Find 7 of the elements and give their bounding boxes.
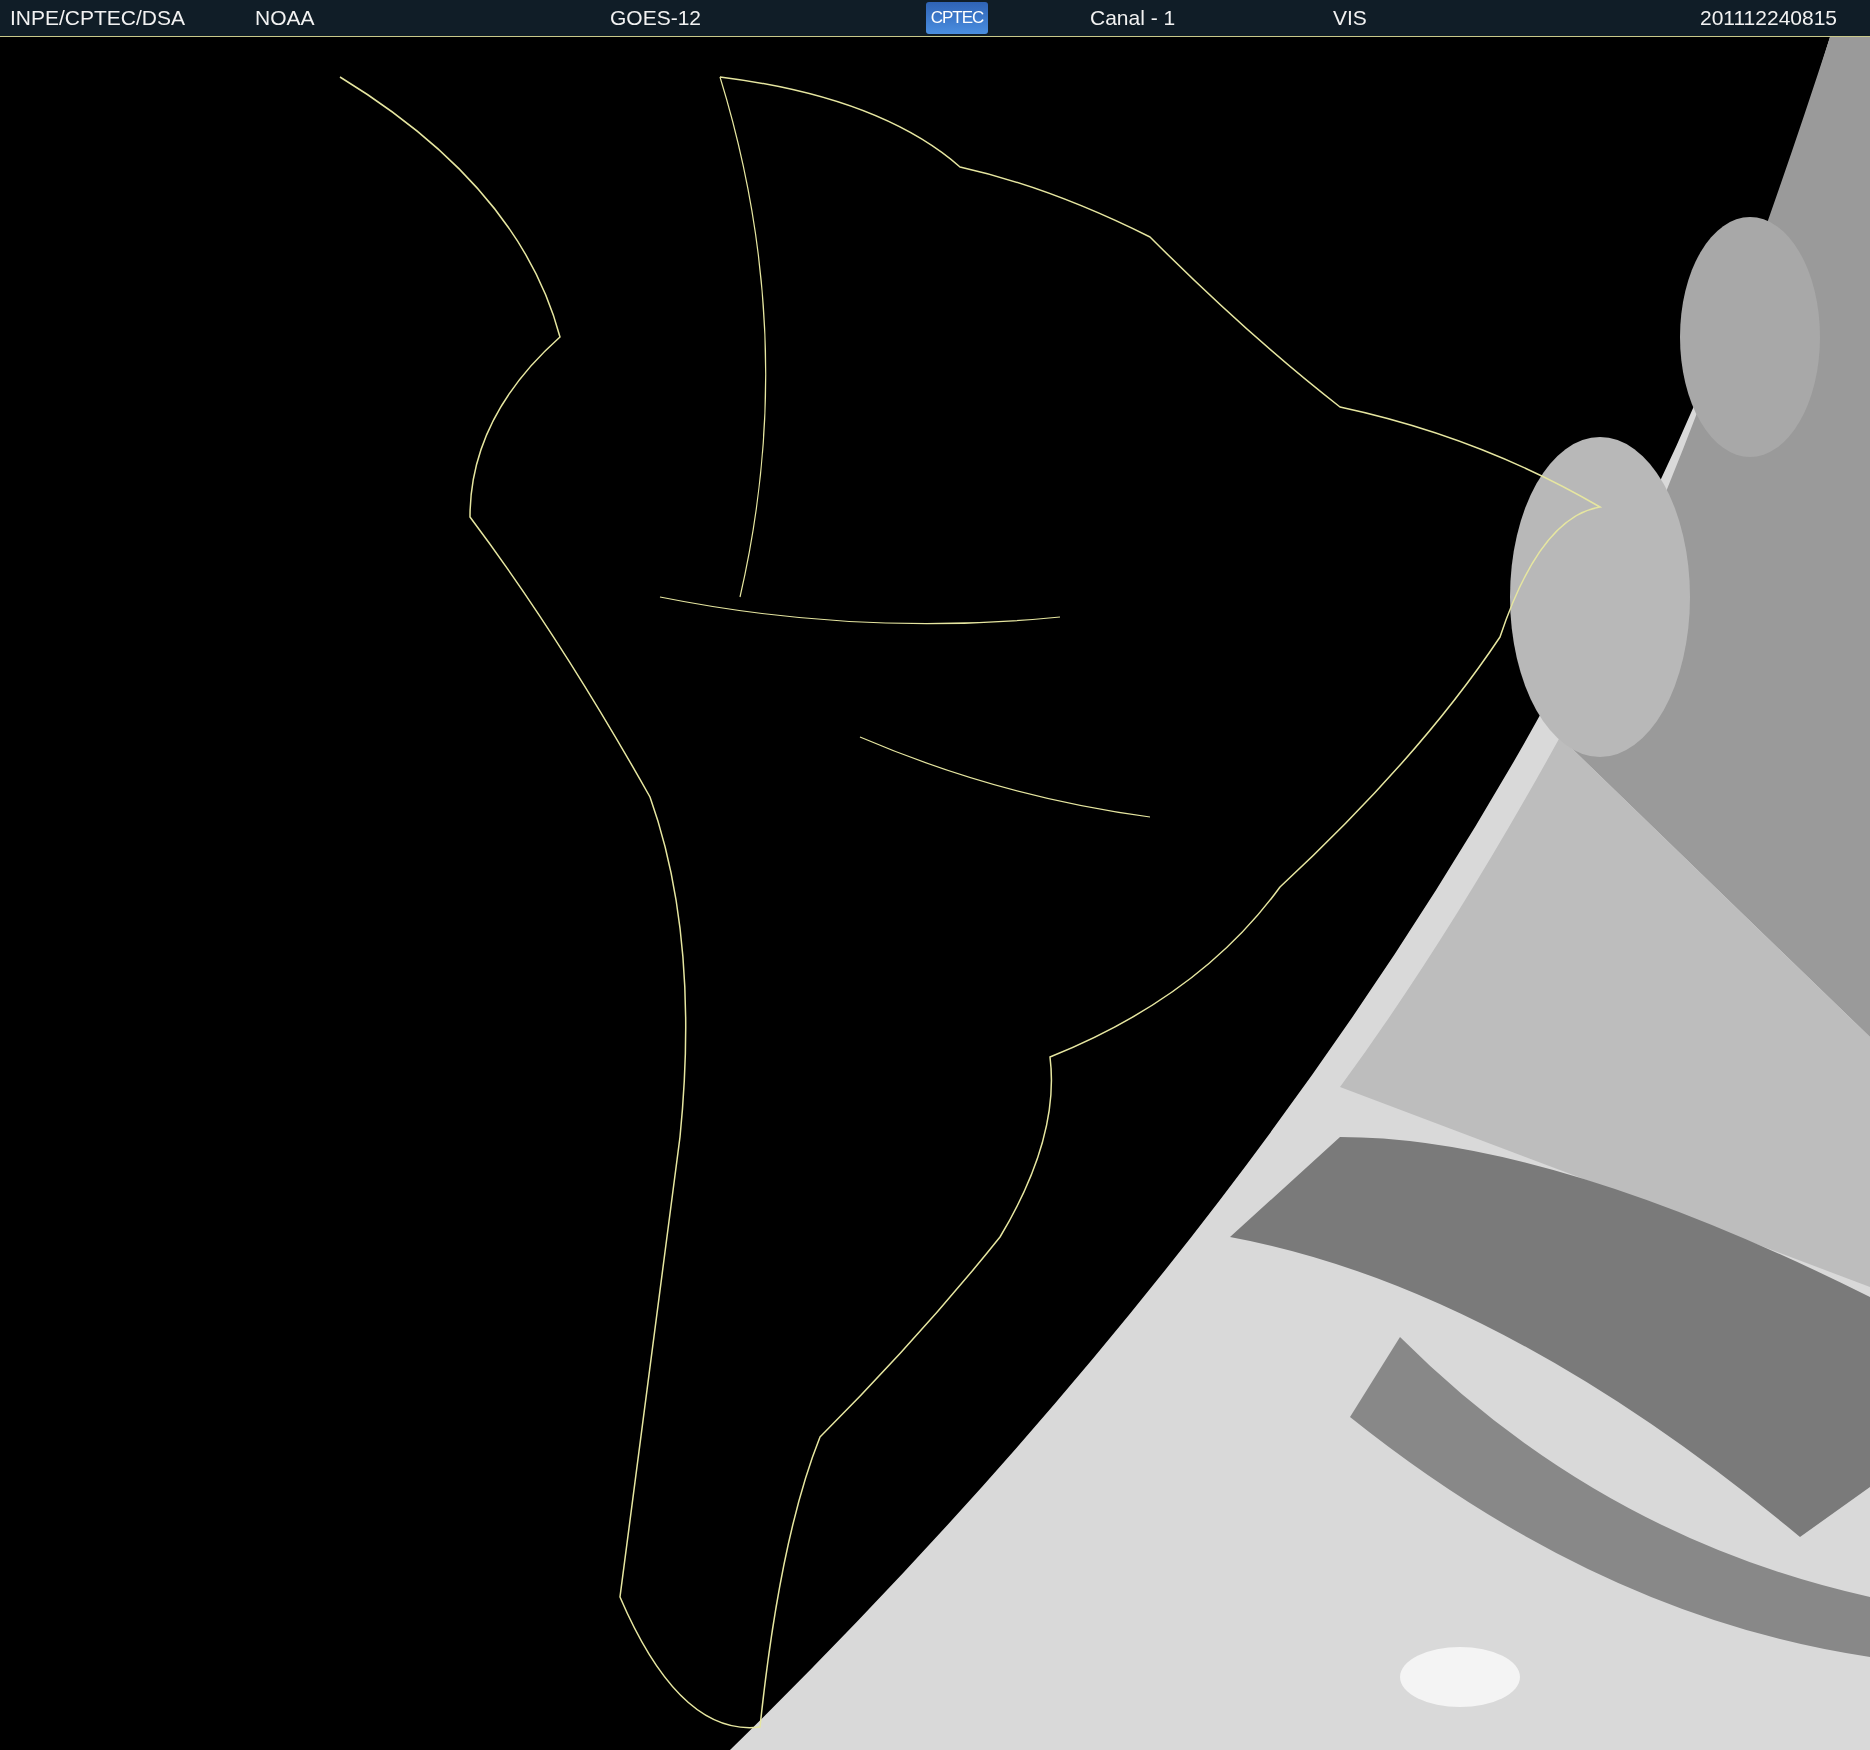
header-label: VIS — [1333, 6, 1367, 30]
logo: CPTEC — [926, 2, 988, 34]
header-label: GOES-12 — [610, 6, 702, 30]
header-label: 201112240815 — [1700, 6, 1838, 30]
header-label: INPE/CPTEC/DSA — [10, 6, 186, 30]
header-label: Canal - 1 — [1090, 6, 1176, 30]
header-label: NOAA — [255, 6, 315, 30]
